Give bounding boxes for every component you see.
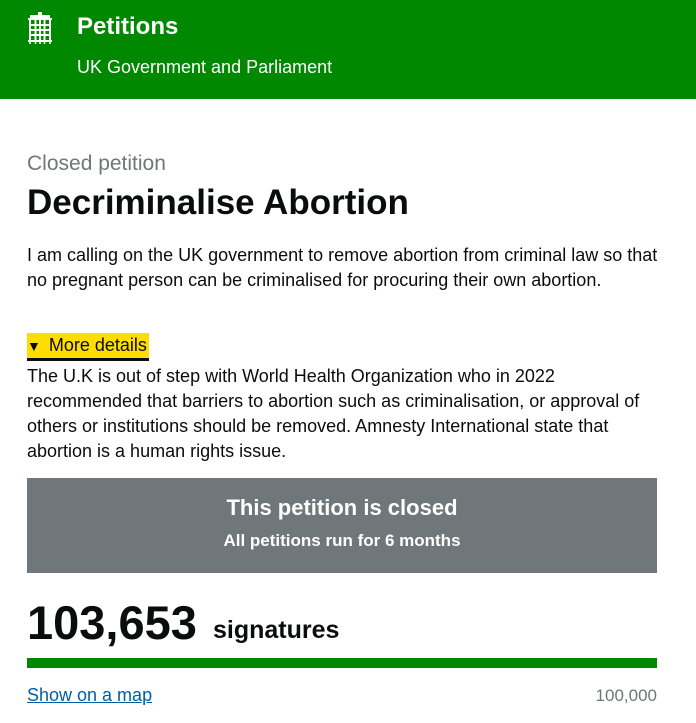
signature-progress-fill bbox=[27, 658, 657, 668]
petition-title: Decriminalise Abortion bbox=[27, 183, 409, 222]
site-header: Petitions UK Government and Parliament bbox=[0, 0, 696, 99]
closed-notice-title: This petition is closed bbox=[226, 495, 458, 520]
petition-details-text: The U.K is out of step with World Health… bbox=[27, 366, 640, 461]
site-brand-link[interactable]: Petitions bbox=[77, 13, 178, 41]
petition-summary: I am calling on the UK government to rem… bbox=[27, 245, 658, 290]
signature-progress-bar bbox=[27, 658, 657, 668]
triangle-down-icon: ▼ bbox=[27, 338, 41, 354]
site-subtitle: UK Government and Parliament bbox=[77, 57, 333, 77]
portcullis-icon[interactable] bbox=[26, 12, 54, 44]
signature-threshold: 100,000 bbox=[595, 686, 657, 705]
more-details-label: More details bbox=[48, 335, 147, 355]
closed-notice-subtitle: All petitions run for 6 months bbox=[223, 531, 461, 550]
more-details-toggle[interactable]: ▼ More details bbox=[27, 333, 149, 358]
signature-label: signatures bbox=[213, 616, 340, 644]
show-on-map-link[interactable]: Show on a map bbox=[27, 683, 152, 707]
signature-count: 103,653 bbox=[27, 596, 197, 649]
petition-status-caption: Closed petition bbox=[27, 152, 166, 175]
closed-notice-panel: This petition is closed All petitions ru… bbox=[27, 478, 657, 573]
